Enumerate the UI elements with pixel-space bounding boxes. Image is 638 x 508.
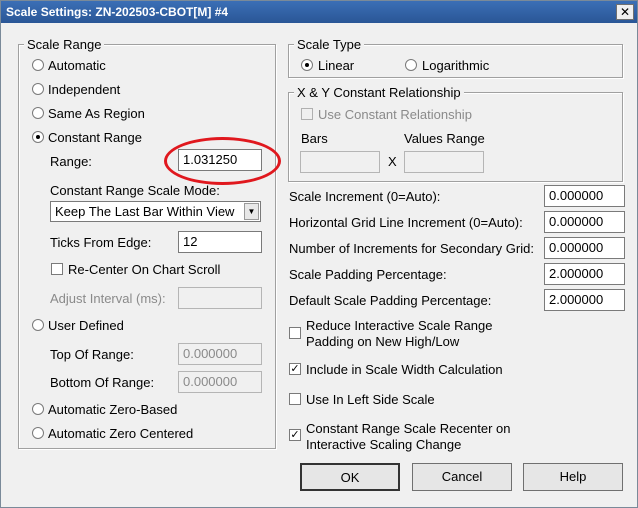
x-label: X [388,154,397,169]
hgrid-label: Horizontal Grid Line Increment (0=Auto): [289,215,523,230]
window-title: Scale Settings: ZN-202503-CBOT[M] #4 [6,5,229,19]
scale-range-legend: Scale Range [24,37,105,52]
radio-logarithmic[interactable] [405,59,417,71]
cancel-button[interactable]: Cancel [412,463,512,491]
reduce-padding-label-2: Padding on New High/Low [306,334,460,349]
bars-input[interactable] [300,151,380,173]
radio-zero-based[interactable] [32,403,44,415]
xy-constant-legend: X & Y Constant Relationship [294,85,464,100]
radio-user-defined[interactable] [32,319,44,331]
mode-select[interactable]: Keep The Last Bar Within View ▼ [50,201,261,222]
help-button[interactable]: Help [523,463,623,491]
scale-type-legend: Scale Type [294,37,365,52]
label-zero-based: Automatic Zero-Based [48,402,178,417]
label-zero-centered: Automatic Zero Centered [48,426,194,441]
hgrid-input[interactable]: 0.000000 [544,211,625,233]
label-constant-range: Constant Range [48,130,142,145]
label-logarithmic: Logarithmic [422,58,490,73]
adjust-interval-input[interactable] [178,287,262,309]
scale-increment-label: Scale Increment (0=Auto): [289,189,441,204]
ok-button[interactable]: OK [300,463,400,491]
title-bar: Scale Settings: ZN-202503-CBOT[M] #4 ✕ [1,1,637,23]
label-independent: Independent [48,82,121,97]
recenter-scroll-checkbox[interactable] [51,263,63,275]
label-linear: Linear [318,58,355,73]
scale-settings-dialog: Scale Settings: ZN-202503-CBOT[M] #4 ✕ S… [0,0,638,508]
check-icon: ✓ [290,363,300,375]
use-constant-label: Use Constant Relationship [318,107,472,122]
radio-automatic[interactable] [32,59,44,71]
padding-input[interactable]: 2.000000 [544,263,625,285]
label-same-as-region: Same As Region [48,106,145,121]
scale-increment-input[interactable]: 0.000000 [544,185,625,207]
adjust-interval-label: Adjust Interval (ms): [50,291,166,306]
ticks-input[interactable]: 12 [178,231,262,253]
mode-select-value: Keep The Last Bar Within View [55,204,235,219]
radio-same-as-region[interactable] [32,107,44,119]
recenter-interactive-checkbox[interactable]: ✓ [289,429,301,441]
label-automatic: Automatic [48,58,106,73]
check-icon: ✓ [290,429,300,441]
close-button[interactable]: ✕ [616,4,634,20]
include-width-label: Include in Scale Width Calculation [306,362,503,377]
radio-independent[interactable] [32,83,44,95]
secondary-grid-label: Number of Increments for Secondary Grid: [289,241,534,256]
reduce-padding-checkbox[interactable] [289,327,301,339]
bottom-of-range-label: Bottom Of Range: [50,375,155,390]
recenter-interactive-label-1: Constant Range Scale Recenter on [306,421,511,436]
range-input[interactable]: 1.031250 [178,149,262,171]
secondary-grid-input[interactable]: 0.000000 [544,237,625,259]
top-of-range-input[interactable]: 0.000000 [178,343,262,365]
default-padding-input[interactable]: 2.000000 [544,289,625,311]
include-width-checkbox[interactable]: ✓ [289,363,301,375]
recenter-scroll-label: Re-Center On Chart Scroll [68,262,221,277]
radio-constant-range[interactable] [32,131,44,143]
values-range-input[interactable] [404,151,484,173]
recenter-interactive-label-2: Interactive Scaling Change [306,437,462,452]
left-side-checkbox[interactable] [289,393,301,405]
mode-label: Constant Range Scale Mode: [50,183,220,198]
reduce-padding-label-1: Reduce Interactive Scale Range [306,318,493,333]
chevron-down-icon[interactable]: ▼ [244,203,259,220]
label-user-defined: User Defined [48,318,124,333]
radio-linear[interactable] [301,59,313,71]
radio-zero-centered[interactable] [32,427,44,439]
use-constant-checkbox[interactable] [301,108,313,120]
padding-label: Scale Padding Percentage: [289,267,447,282]
values-range-label: Values Range [404,131,485,146]
left-side-label: Use In Left Side Scale [306,392,435,407]
ticks-label: Ticks From Edge: [50,235,152,250]
top-of-range-label: Top Of Range: [50,347,134,362]
bottom-of-range-input[interactable]: 0.000000 [178,371,262,393]
bars-label: Bars [301,131,328,146]
range-label: Range: [50,154,92,169]
default-padding-label: Default Scale Padding Percentage: [289,293,492,308]
close-icon: ✕ [619,5,631,19]
